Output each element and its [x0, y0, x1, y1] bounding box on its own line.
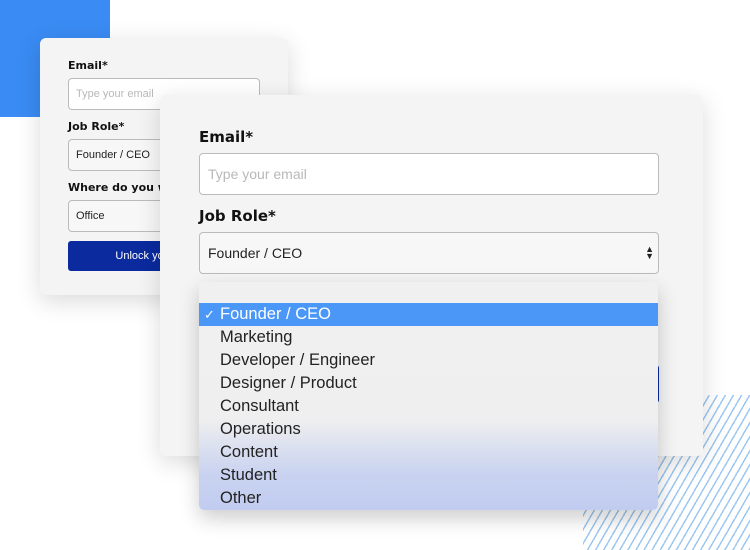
job-role-value: Founder / CEO — [76, 149, 150, 161]
email-label: Email* — [68, 59, 108, 72]
dropdown-option[interactable]: Content — [199, 441, 658, 464]
job-role-dropdown-menu: ✓ Founder / CEO Marketing Developer / Eng… — [199, 282, 658, 510]
select-arrows-icon: ▲ ▼ — [645, 244, 654, 261]
job-role-label: Job Role* — [68, 120, 125, 133]
dropdown-option[interactable]: Developer / Engineer — [199, 349, 658, 372]
dropdown-option[interactable]: ✓ Founder / CEO — [199, 303, 658, 326]
work-location-value: Office — [76, 210, 105, 222]
checkmark-icon: ✓ — [204, 307, 215, 322]
dropdown-option[interactable]: Consultant — [199, 395, 658, 418]
job-role-select[interactable]: Founder / CEO ▲ ▼ — [199, 232, 659, 274]
dropdown-option[interactable]: Other — [199, 487, 658, 510]
job-role-label: Job Role* — [199, 207, 276, 225]
dropdown-option[interactable]: Student — [199, 464, 658, 487]
email-label: Email* — [199, 128, 254, 146]
option-label: Founder / CEO — [220, 305, 331, 323]
email-input[interactable]: Type your email — [199, 153, 659, 195]
job-role-value: Founder / CEO — [208, 245, 303, 261]
email-placeholder: Type your email — [208, 166, 307, 182]
dropdown-option[interactable]: Operations — [199, 418, 658, 441]
dropdown-option[interactable]: Marketing — [199, 326, 658, 349]
dropdown-option[interactable]: Designer / Product — [199, 372, 658, 395]
email-placeholder: Type your email — [76, 88, 154, 100]
